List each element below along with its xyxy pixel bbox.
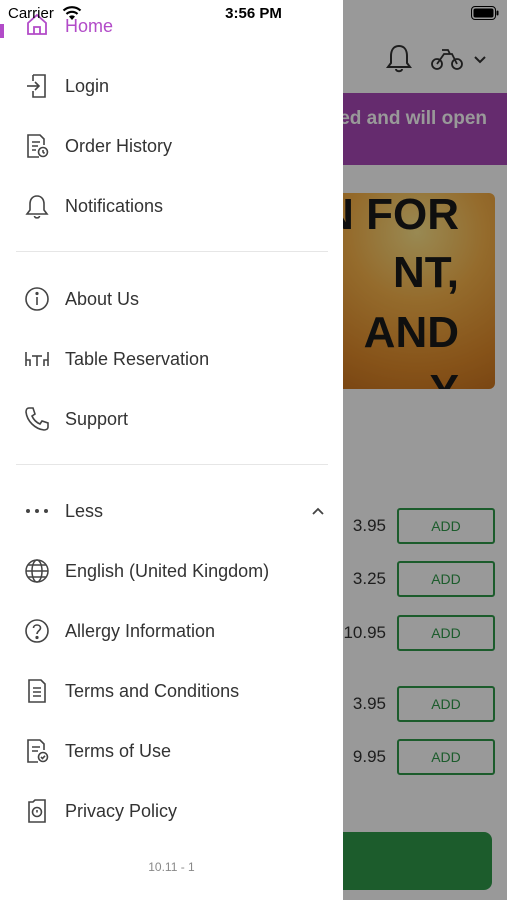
chevron-up-icon <box>312 507 324 515</box>
drawer-item-language[interactable]: English (United Kingdom) <box>0 543 343 599</box>
drawer-label: Less <box>65 501 104 521</box>
drawer-label: Order History <box>65 136 173 156</box>
drawer-item-terms-of-use[interactable]: Terms of Use <box>0 723 343 779</box>
drawer-divider <box>16 251 328 252</box>
drawer-item-allergy-information[interactable]: Allergy Information <box>0 603 343 659</box>
drawer-label: Terms of Use <box>65 741 172 761</box>
drawer-label: Notifications <box>65 196 164 216</box>
globe-icon <box>23 557 51 585</box>
app-version: 10.11 - 1 <box>148 860 195 874</box>
login-icon <box>23 72 51 100</box>
drawer-label: Privacy Policy <box>65 801 178 821</box>
info-icon <box>23 285 51 313</box>
drawer-divider <box>16 464 328 465</box>
navigation-drawer: Home Login Order History Notifications A… <box>0 0 343 900</box>
battery-icon <box>471 6 499 20</box>
status-bar: Carrier 3:56 PM <box>0 0 507 28</box>
drawer-label: Terms and Conditions <box>65 681 240 701</box>
drawer-item-about-us[interactable]: About Us <box>0 271 343 327</box>
document-check-icon <box>23 737 51 765</box>
order-history-icon <box>23 132 51 160</box>
drawer-label: English (United Kingdom) <box>65 561 270 581</box>
drawer-item-table-reservation[interactable]: Table Reservation <box>0 331 343 387</box>
phone-icon <box>23 405 51 433</box>
bell-icon <box>23 192 51 220</box>
status-time: 3:56 PM <box>225 5 282 22</box>
drawer-label: Table Reservation <box>65 349 210 369</box>
drawer-item-privacy-policy[interactable]: Privacy Policy <box>0 783 343 839</box>
more-dots-icon <box>23 497 51 525</box>
drawer-item-notifications[interactable]: Notifications <box>0 178 343 234</box>
drawer-item-support[interactable]: Support <box>0 391 343 447</box>
drawer-item-order-history[interactable]: Order History <box>0 118 343 174</box>
drawer-label: Allergy Information <box>65 621 216 641</box>
drawer-item-terms-and-conditions[interactable]: Terms and Conditions <box>0 663 343 719</box>
table-icon <box>23 345 51 373</box>
drawer-label: Login <box>65 76 110 96</box>
privacy-icon <box>23 797 51 825</box>
drawer-label: About Us <box>65 289 140 309</box>
question-icon <box>23 617 51 645</box>
drawer-label: Support <box>65 409 129 429</box>
drawer-item-less-toggle[interactable]: Less <box>0 483 343 539</box>
drawer-item-login[interactable]: Login <box>0 58 343 114</box>
document-icon <box>23 677 51 705</box>
